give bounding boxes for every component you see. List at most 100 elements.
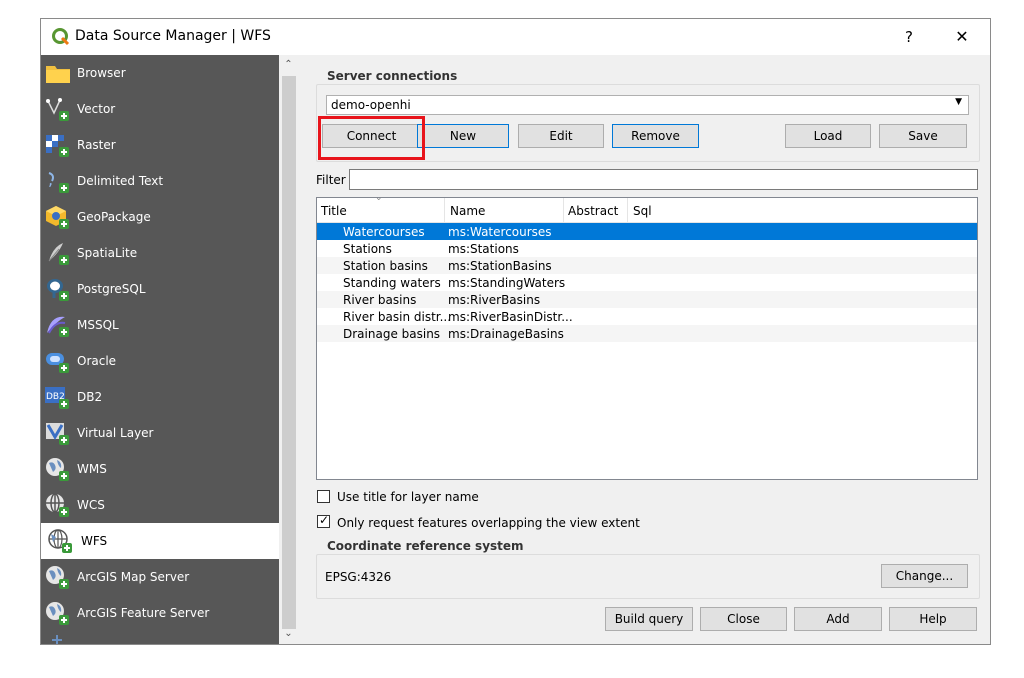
table-row[interactable]: River basin distr... ms:RiverBasinDistr.… (317, 308, 977, 325)
sidebar-item-label: WMS (77, 462, 107, 476)
sidebar-item-arcgis-feature-server[interactable]: ArcGIS Feature Server (41, 595, 279, 631)
add-button[interactable]: Add (794, 607, 882, 631)
wcs-icon (46, 493, 69, 517)
use-title-checkbox[interactable] (317, 490, 330, 503)
sidebar-item-label: ArcGIS Map Server (77, 570, 190, 584)
sidebar-item-label: Delimited Text (77, 174, 164, 188)
column-header-name[interactable]: Name (450, 204, 485, 218)
wms-icon (46, 458, 69, 481)
help-button[interactable]: ? (899, 25, 919, 49)
sidebar-item-label: ArcGIS Feature Server (77, 606, 210, 620)
sidebar-item-mssql[interactable]: MSSQL (41, 307, 279, 343)
column-header-abstract[interactable]: Abstract (568, 204, 618, 218)
qgis-logo-icon (52, 28, 70, 46)
crs-value: EPSG:4326 (325, 570, 392, 584)
sidebar-item-wfs[interactable]: WFS (41, 523, 279, 559)
row-title: Station basins (343, 259, 428, 273)
use-title-label: Use title for layer name (337, 490, 479, 504)
row-title: River basin distr... (343, 310, 452, 324)
sidebar-item-delimited-text[interactable]: , Delimited Text (41, 163, 279, 199)
table-header: ⌄ Title Name Abstract Sql (317, 198, 977, 223)
sidebar-item-label: Browser (77, 66, 126, 80)
scroll-down-arrow-icon[interactable]: ⌄ (281, 627, 296, 641)
filter-label: Filter (316, 173, 346, 187)
sidebar-item-wcs[interactable]: WCS (41, 487, 279, 523)
column-header-title[interactable]: Title (321, 204, 347, 218)
row-name: ms:RiverBasins (448, 293, 541, 307)
connection-select[interactable]: demo-openhi ▼ (326, 95, 969, 115)
remove-button[interactable]: Remove (612, 124, 699, 148)
sidebar-item-geopackage[interactable]: GeoPackage (41, 199, 279, 235)
row-name: ms:StationBasins (448, 259, 552, 273)
checkmark-icon: ✓ (319, 513, 330, 527)
table-row[interactable]: Station basins ms:StationBasins (317, 257, 977, 274)
row-name: ms:DrainageBasins (448, 327, 564, 341)
data-source-manager-window: Data Source Manager | WFS ? ✕ Browser Ve… (40, 18, 991, 645)
sidebar-item-label: MSSQL (77, 318, 119, 332)
geopackage-icon (46, 206, 69, 229)
row-title: Drainage basins (343, 327, 441, 341)
virtual-layer-icon (46, 423, 69, 445)
table-row[interactable]: River basins ms:RiverBasins (317, 291, 977, 308)
close-button[interactable]: Close (700, 607, 787, 631)
folder-icon (46, 66, 70, 83)
layer-table[interactable]: ⌄ Title Name Abstract Sql Watercourses m… (316, 197, 978, 480)
dropdown-arrow-icon: ▼ (955, 97, 962, 107)
sidebar-item-label: WFS (81, 534, 108, 548)
sidebar-item-virtual-layer[interactable]: Virtual Layer (41, 415, 279, 451)
crs-group-title: Coordinate reference system (325, 539, 526, 553)
sidebar-scrollbar[interactable]: ⌃ ⌄ (279, 55, 298, 644)
wfs-icon (48, 529, 72, 553)
partial-next-item-icon (52, 635, 62, 644)
load-button[interactable]: Load (785, 124, 871, 148)
table-row[interactable]: Standing waters ms:StandingWaters (317, 274, 977, 291)
raster-icon (46, 135, 69, 157)
column-divider (563, 198, 564, 222)
delimited-text-icon: , (48, 170, 69, 193)
column-header-sql[interactable]: Sql (633, 204, 652, 218)
sidebar-item-raster[interactable]: Raster (41, 127, 279, 163)
sidebar-item-postgresql[interactable]: PostgreSQL (41, 271, 279, 307)
sidebar-item-wms[interactable]: WMS (41, 451, 279, 487)
sidebar-item-label: Raster (77, 138, 116, 152)
sidebar-item-db2[interactable]: DB2 DB2 (41, 379, 279, 415)
build-query-button[interactable]: Build query (605, 607, 693, 631)
filter-input[interactable] (349, 169, 978, 190)
sidebar-item-label: DB2 (77, 390, 103, 404)
table-row[interactable]: Stations ms:Stations (317, 240, 977, 257)
save-button[interactable]: Save (879, 124, 967, 148)
postgresql-icon (47, 279, 69, 301)
scroll-up-arrow-icon[interactable]: ⌃ (281, 58, 296, 72)
sidebar-item-label: SpatiaLite (77, 246, 138, 260)
db2-icon: DB2 (45, 387, 69, 409)
change-crs-button[interactable]: Change... (881, 564, 968, 588)
help-footer-button[interactable]: Help (889, 607, 977, 631)
row-name: ms:RiverBasinDistr... (448, 310, 573, 324)
new-button[interactable]: New (417, 124, 509, 148)
table-row[interactable]: Drainage basins ms:DrainageBasins (317, 325, 977, 342)
table-row[interactable]: Watercourses ms:Watercourses (317, 223, 977, 240)
row-title: Watercourses (343, 225, 425, 239)
sidebar-item-label: PostgreSQL (77, 282, 146, 296)
row-title: Standing waters (343, 276, 441, 290)
arcgis-feature-server-icon (46, 602, 69, 625)
edit-button[interactable]: Edit (518, 124, 604, 148)
only-request-checkbox[interactable]: ✓ (317, 513, 330, 528)
spatialite-icon (48, 243, 69, 265)
row-name: ms:Watercourses (448, 225, 552, 239)
row-name: ms:StandingWaters (448, 276, 566, 290)
column-divider (627, 198, 628, 222)
scroll-thumb[interactable] (282, 76, 296, 629)
row-name: ms:Stations (448, 242, 519, 256)
close-window-button[interactable]: ✕ (949, 25, 975, 49)
column-divider (444, 198, 445, 222)
sidebar-item-vector[interactable]: Vector (41, 91, 279, 127)
sort-indicator-icon: ⌄ (375, 197, 383, 203)
sidebar-item-spatialite[interactable]: SpatiaLite (41, 235, 279, 271)
sidebar-item-arcgis-map-server[interactable]: ArcGIS Map Server (41, 559, 279, 595)
only-request-label: Only request features overlapping the vi… (337, 516, 640, 530)
sidebar-item-browser[interactable]: Browser (41, 55, 279, 91)
mssql-icon (47, 316, 69, 337)
sidebar-item-oracle[interactable]: Oracle (41, 343, 279, 379)
vector-icon (46, 98, 69, 121)
